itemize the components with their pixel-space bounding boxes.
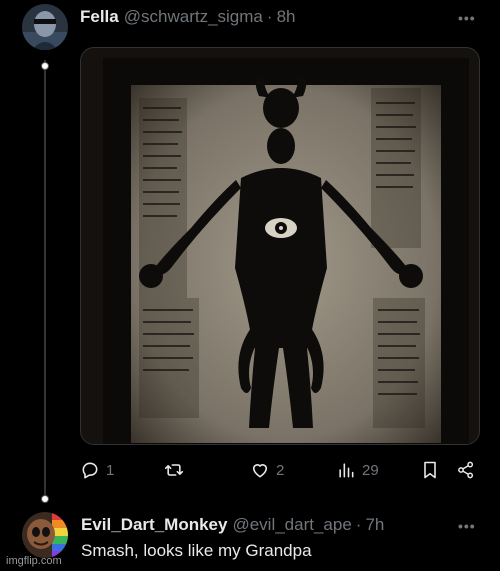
share-button[interactable]	[456, 460, 476, 480]
display-name[interactable]: Fella	[80, 7, 119, 27]
reply-display-name[interactable]: Evil_Dart_Monkey	[81, 515, 227, 535]
heart-icon	[252, 464, 268, 478]
more-button[interactable]: •••	[458, 10, 476, 26]
reply-avatar[interactable]	[22, 512, 68, 558]
post-header: Fella @schwartz_sigma · 8h	[80, 7, 295, 27]
post-action-bar: 1 2 29	[80, 460, 480, 484]
more-horizontal-icon: •••	[458, 518, 476, 534]
reply-count: 1	[106, 461, 115, 479]
bookmark-button[interactable]	[420, 460, 440, 480]
more-horizontal-icon: •••	[458, 10, 476, 26]
reply-separator: ·	[355, 515, 362, 534]
repost-icon	[164, 464, 184, 476]
reply-icon	[82, 462, 98, 479]
post-media-image[interactable]	[80, 47, 480, 445]
reply-button[interactable]: 1	[80, 460, 114, 480]
reply-header: Evil_Dart_Monkey @evil_dart_ape · 7h	[81, 515, 384, 535]
avatar-image-icon	[22, 4, 68, 50]
bookmark-icon	[424, 461, 436, 479]
bar-chart-icon	[339, 463, 354, 478]
like-count: 2	[276, 461, 285, 479]
reply-timestamp[interactable]: 7h	[365, 515, 384, 535]
view-count: 29	[362, 461, 379, 479]
thread-dot-bottom	[41, 495, 49, 503]
occult-illustration-image	[81, 48, 479, 444]
views-button[interactable]: 29	[336, 460, 379, 480]
watermark: imgflip.com	[6, 555, 62, 567]
handle[interactable]: @schwartz_sigma	[124, 7, 263, 27]
repost-button[interactable]	[164, 460, 190, 480]
reply-text: Smash, looks like my Grandpa	[81, 541, 312, 560]
reply-handle[interactable]: @evil_dart_ape	[232, 515, 351, 535]
avatar-image-icon	[22, 512, 68, 558]
reply-more-button[interactable]: •••	[458, 518, 476, 534]
thread-connector-line	[44, 60, 46, 502]
avatar[interactable]	[22, 4, 68, 50]
timestamp[interactable]: 8h	[277, 7, 296, 27]
separator: ·	[266, 7, 273, 26]
thread-dot-top	[41, 62, 49, 70]
share-icon	[458, 461, 474, 479]
like-button[interactable]: 2	[250, 460, 284, 480]
